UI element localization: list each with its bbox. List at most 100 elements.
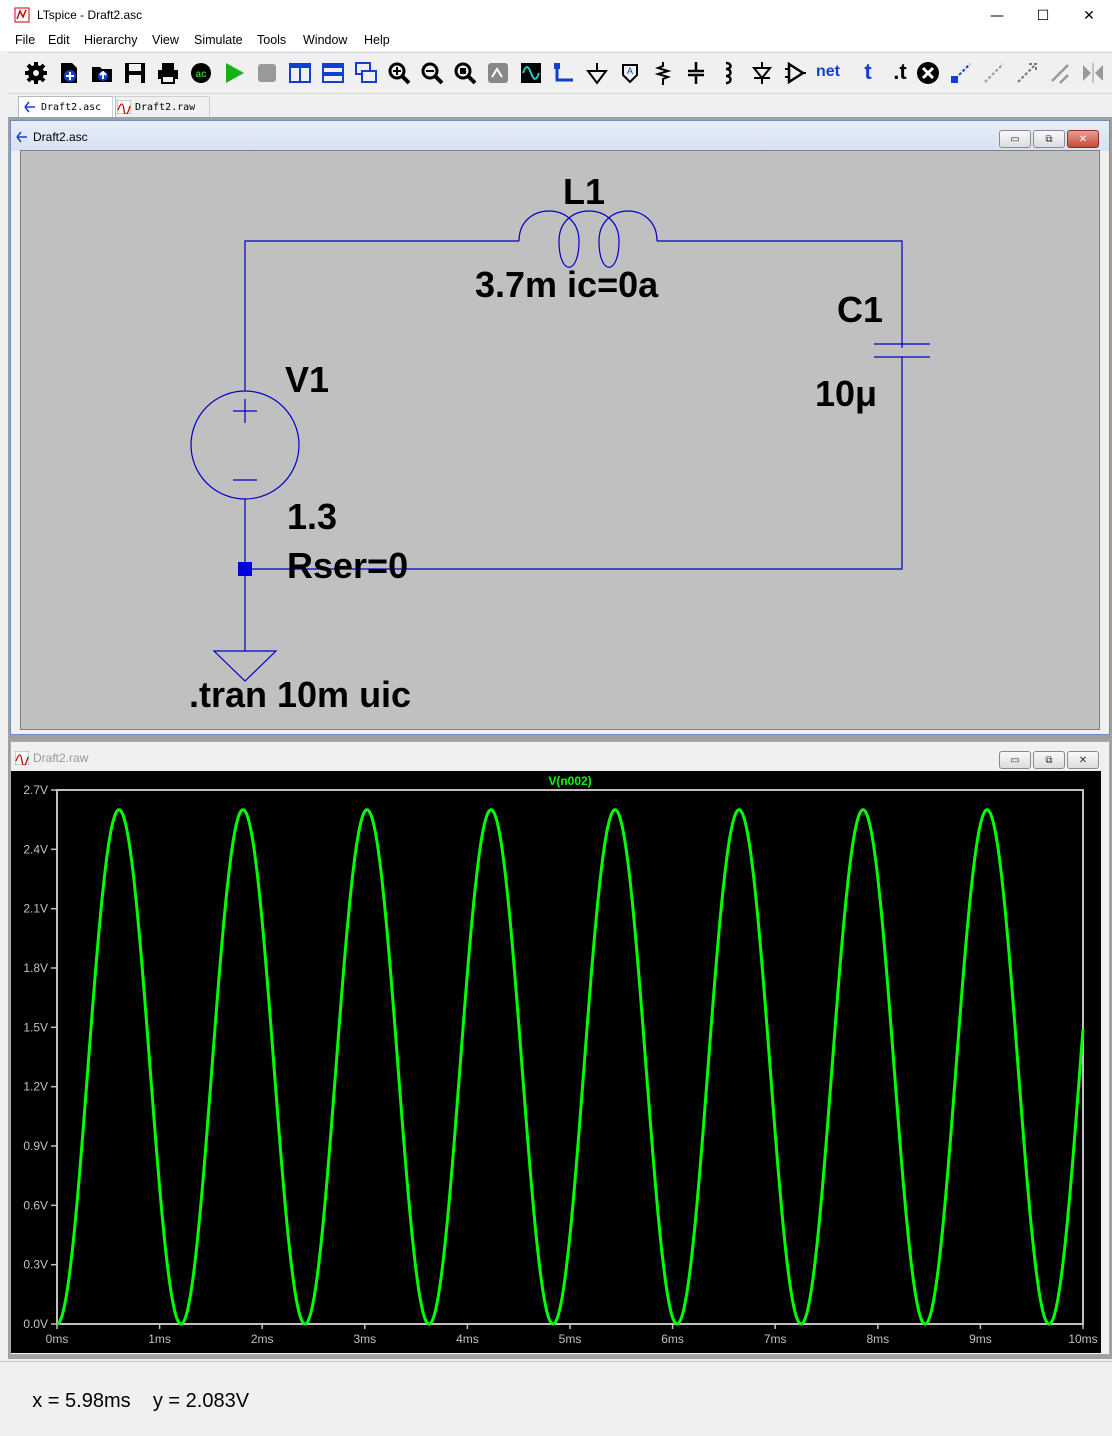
waveform-window-titlebar[interactable]: Draft2.raw ▭ ⧉ ✕ [11, 742, 1109, 772]
text-icon[interactable]: t [856, 61, 880, 85]
save-icon[interactable] [123, 61, 147, 85]
ground-icon[interactable] [585, 61, 609, 85]
tile-vertical-icon[interactable] [288, 61, 312, 85]
x-tick-label: 5ms [559, 1332, 582, 1346]
x-tick-label: 2ms [251, 1332, 274, 1346]
duplicate-icon[interactable] [949, 61, 973, 85]
tile-horizontal-icon[interactable] [321, 61, 345, 85]
y-tick-label: 1.2V [23, 1080, 48, 1094]
menu-view[interactable]: View [152, 33, 179, 47]
menu-tools[interactable]: Tools [257, 33, 286, 47]
y-tick-label: 2.1V [23, 902, 48, 916]
schematic-icon [16, 131, 27, 143]
x-tick-label: 10ms [1068, 1332, 1097, 1346]
settings-icon[interactable] [24, 61, 48, 85]
schematic-close-button[interactable]: ✕ [1067, 130, 1099, 148]
waveform-window-title: Draft2.raw [33, 751, 89, 765]
waveform-restore-button[interactable]: ⧉ [1033, 751, 1065, 769]
wire-icon[interactable] [552, 61, 576, 85]
waveform-icon[interactable] [519, 61, 543, 85]
svg-text:ac: ac [195, 69, 207, 80]
menu-simulate[interactable]: Simulate [194, 33, 243, 47]
svg-text:A: A [627, 66, 633, 76]
zoom-in-icon[interactable] [387, 61, 411, 85]
y-tick-label: 1.5V [23, 1020, 48, 1034]
component-icon[interactable] [783, 61, 807, 85]
capacitor-value[interactable]: 10μ [815, 373, 877, 415]
inductor-value[interactable]: 3.7m ic=0a [475, 264, 658, 306]
x-tick-label: 4ms [456, 1332, 479, 1346]
close-button[interactable]: ✕ [1066, 0, 1112, 31]
waveform-plot-svg: V(n002) 0.0V 0.3V 0.6V 0.9V 1.2V 1.5V 1.8V 2.1V 2… [23, 774, 1097, 1346]
schematic-canvas[interactable]: L1 3.7m ic=0a C1 10μ V1 1.3 Rser=0 .tran… [20, 150, 1100, 730]
undo-icon[interactable] [1048, 61, 1072, 85]
spice-directive[interactable]: .tran 10m uic [189, 674, 411, 716]
label-net-icon[interactable]: A [618, 61, 642, 85]
zoom-out-icon[interactable] [420, 61, 444, 85]
trace-title: V(n002) [548, 774, 591, 788]
menu-help[interactable]: Help [364, 33, 390, 47]
title-bar: LTspice - Draft2.asc — ☐ ✕ [0, 0, 1112, 31]
drag-icon[interactable] [1015, 61, 1039, 85]
tab-label: Draft2.asc [41, 101, 102, 113]
cascade-icon[interactable] [354, 61, 378, 85]
print-icon[interactable] [156, 61, 180, 85]
resistor-icon[interactable] [651, 61, 675, 85]
schematic-minimize-button[interactable]: ▭ [999, 130, 1031, 148]
capacitor-name[interactable]: C1 [837, 289, 883, 331]
zoom-fit-icon[interactable] [453, 61, 477, 85]
waveform-minimize-button[interactable]: ▭ [999, 751, 1031, 769]
tab-label: Draft2.raw [135, 101, 196, 113]
waveform-icon [15, 751, 29, 765]
menu-window[interactable]: Window [303, 33, 347, 47]
source-value[interactable]: 1.3 [287, 496, 337, 538]
ac-analysis-icon[interactable]: ac [189, 61, 213, 85]
waveform-close-button[interactable]: ✕ [1067, 751, 1099, 769]
schematic-restore-button[interactable]: ⧉ [1033, 130, 1065, 148]
y-tick-label: 0.6V [23, 1198, 48, 1212]
halt-icon[interactable] [255, 61, 279, 85]
inductor-icon[interactable] [717, 61, 741, 85]
tab-draft2-asc[interactable]: Draft2.asc [18, 96, 116, 118]
source-rser[interactable]: Rser=0 [287, 545, 408, 587]
cursor-x-readout: x = 5.98ms [32, 1390, 131, 1412]
diode-icon[interactable] [750, 61, 774, 85]
tab-draft2-raw[interactable]: Draft2.raw [112, 96, 210, 118]
menu-file[interactable]: File [15, 33, 35, 47]
run-icon[interactable] [222, 61, 246, 85]
delete-icon[interactable] [916, 61, 940, 85]
waveform-plot[interactable]: V(n002) 0.0V 0.3V 0.6V 0.9V 1.2V 1.5V 1.8V 2.1V 2… [11, 771, 1101, 1353]
open-icon[interactable] [90, 61, 114, 85]
y-tick-label: 0.3V [23, 1258, 48, 1272]
menu-edit[interactable]: Edit [48, 33, 70, 47]
spice-directive-icon[interactable]: .t [888, 61, 912, 85]
move-icon[interactable] [982, 61, 1006, 85]
new-schematic-icon[interactable] [57, 61, 81, 85]
schematic-window-title: Draft2.asc [33, 130, 88, 144]
status-bar: x = 5.98ms y = 2.083V [0, 1361, 1112, 1412]
inductor-name[interactable]: L1 [563, 171, 605, 213]
schematic-window-titlebar[interactable]: Draft2.asc ▭ ⧉ ✕ [11, 121, 1109, 151]
inductor-coil [518, 210, 658, 242]
capacitor-icon[interactable] [684, 61, 708, 85]
x-tick-label: 7ms [764, 1332, 787, 1346]
y-tick-label: 2.4V [23, 842, 48, 856]
netlist-icon[interactable]: net [816, 61, 840, 85]
cursor-y-readout: y = 2.083V [152, 1390, 250, 1412]
y-tick-label: 1.8V [23, 961, 48, 975]
source-name[interactable]: V1 [285, 359, 329, 401]
menu-bar: File Edit Hierarchy View Simulate Tools … [0, 31, 1112, 51]
x-tick-label: 8ms [866, 1332, 889, 1346]
mirror-icon[interactable] [1081, 61, 1105, 85]
trace-v-n002 [56, 808, 1085, 1326]
autorange-icon[interactable] [486, 61, 510, 85]
node-junction [238, 562, 252, 576]
y-tick-label: 0.9V [23, 1139, 48, 1153]
maximize-button[interactable]: ☐ [1020, 0, 1066, 31]
toolbar: ac A net t .t [8, 52, 1112, 94]
y-tick-label: 2.7V [23, 783, 48, 797]
x-tick-label: 0ms [46, 1332, 69, 1346]
minimize-button[interactable]: — [974, 0, 1020, 31]
menu-hierarchy[interactable]: Hierarchy [84, 33, 138, 47]
ltspice-app-icon [14, 7, 30, 23]
